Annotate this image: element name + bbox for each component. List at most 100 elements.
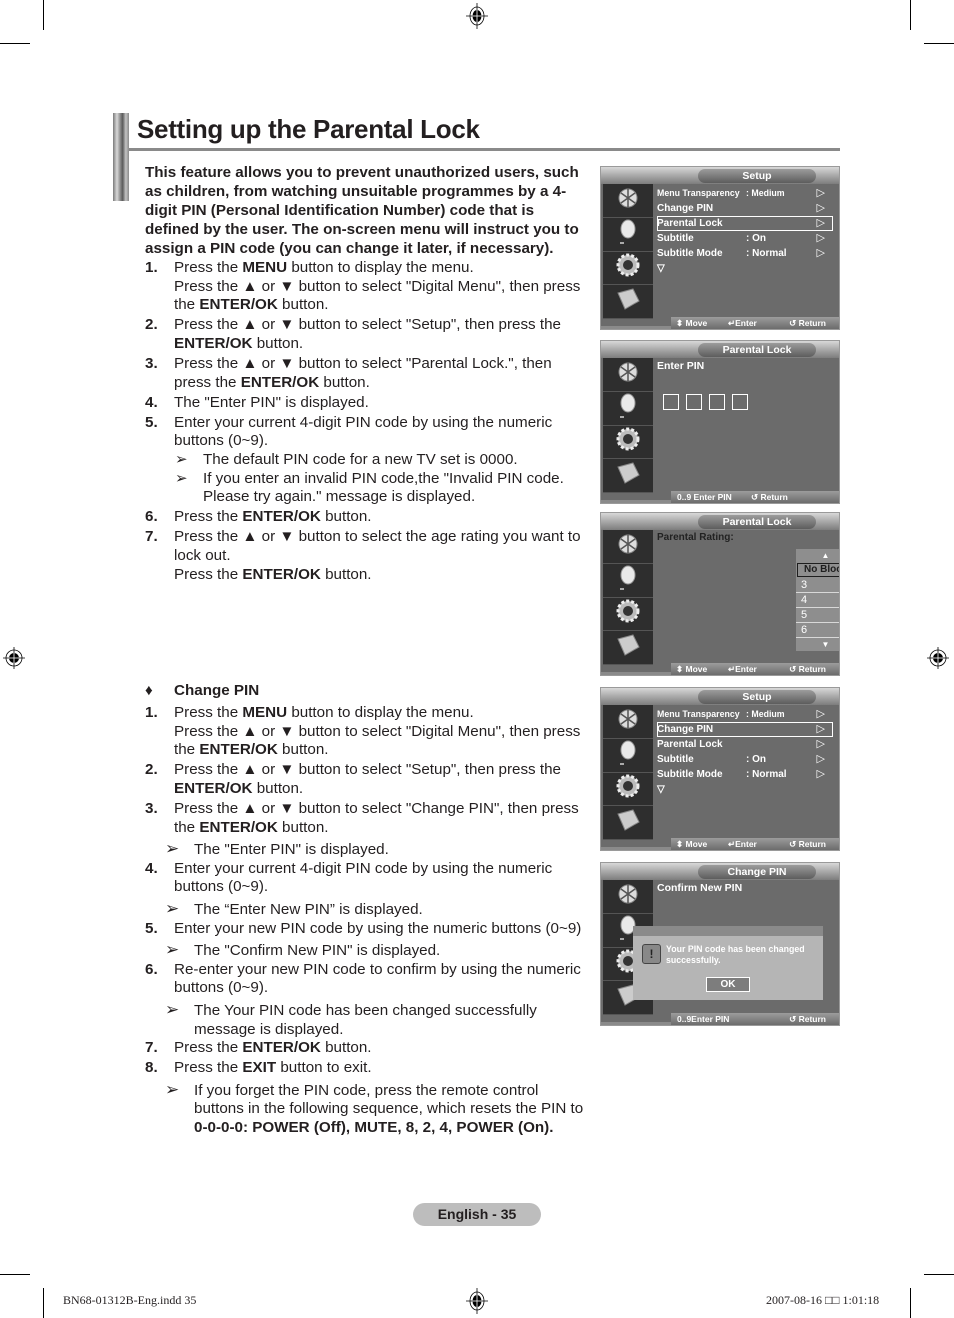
sidebar-category[interactable] xyxy=(603,806,653,840)
pin-digit-box[interactable] xyxy=(686,394,702,410)
rating-option[interactable]: 3 xyxy=(796,578,839,593)
pin-digit-box[interactable] xyxy=(663,394,679,410)
return-hint: ↺ Return xyxy=(789,1014,826,1024)
submenu-arrow-icon: ▷ xyxy=(816,217,825,229)
sidebar-category[interactable] xyxy=(603,564,653,598)
sidebar-category[interactable] xyxy=(603,426,653,460)
step-text: button. xyxy=(320,1039,372,1057)
sidebar-category[interactable] xyxy=(603,252,653,286)
step-body: Press the MENU button to display the men… xyxy=(174,704,590,723)
menu-item[interactable]: Parental Lock ▷ xyxy=(657,216,833,231)
menu-item[interactable]: Parental Lock ▷ xyxy=(657,737,833,752)
step-text: Enter your current 4-digit PIN code by u… xyxy=(174,413,553,450)
note-text: The "Enter PIN" is displayed. xyxy=(194,841,389,859)
gear-icon xyxy=(615,773,641,804)
sidebar-category[interactable] xyxy=(603,880,653,914)
step-text: button. xyxy=(277,741,329,759)
step-number: 5. xyxy=(145,919,158,937)
tv-menu-screen-setup-parental: Setup Menu Transparency: Medium ▷ Change PI… xyxy=(600,166,840,330)
step-text: button. xyxy=(252,779,304,797)
pin-digit-box[interactable] xyxy=(732,394,748,410)
step-number: 6. xyxy=(145,508,158,526)
step-text: button to display the menu. xyxy=(287,259,474,276)
sidebar-category[interactable] xyxy=(603,773,653,807)
ok-button[interactable]: OK xyxy=(706,977,750,992)
menu-item-label: ▽ xyxy=(657,784,665,795)
menu-item-value: : Medium xyxy=(746,188,785,198)
sidebar-category[interactable] xyxy=(603,530,653,564)
note: ➢ If you forget the PIN code, press the r… xyxy=(145,1079,590,1138)
menu-header-bar: Change PIN xyxy=(601,863,839,880)
menu-item[interactable]: Change PIN ▷ xyxy=(657,722,833,737)
step-item: 2. Press the ▲ or ▼ button to select "Set… xyxy=(145,316,590,353)
title-divider xyxy=(129,148,840,151)
emphasis-text: ENTER/OK xyxy=(242,1039,321,1057)
sidebar-category[interactable] xyxy=(603,218,653,252)
warning-icon: ! xyxy=(642,944,661,964)
sidebar-category[interactable] xyxy=(603,705,653,739)
step-text: button. xyxy=(277,296,329,314)
step-body: Enter your current 4-digit PIN code by u… xyxy=(174,860,590,897)
submenu-arrow-icon: ▷ xyxy=(816,768,825,780)
satellite-dish-icon xyxy=(616,739,640,772)
step-text: button. xyxy=(252,334,304,352)
dialog-titlebar xyxy=(633,926,823,936)
step-body: Press the ENTER/OK button. xyxy=(174,1039,590,1058)
enter-hint: 0..9Enter PIN xyxy=(677,1014,730,1024)
rating-option[interactable]: 5 xyxy=(796,608,839,623)
sidebar-category[interactable] xyxy=(603,358,653,392)
rating-option[interactable]: 4 xyxy=(796,593,839,608)
menu-item[interactable]: Subtitle Mode: Normal ▷ xyxy=(657,246,833,261)
enter-hint: ↵Enter xyxy=(728,664,757,674)
sidebar-category[interactable] xyxy=(603,392,653,426)
sidebar-category[interactable] xyxy=(603,285,653,319)
step-number: 5. xyxy=(145,413,158,431)
rating-option[interactable]: No Block xyxy=(797,563,839,577)
submenu-arrow-icon: ▷ xyxy=(816,723,825,735)
step-item: 3. Press the ▲ or ▼ button to select "Cha… xyxy=(145,800,590,837)
submenu-arrow-icon: ▷ xyxy=(816,232,825,244)
rating-option[interactable]: 6 xyxy=(796,623,839,638)
page-title: Setting up the Parental Lock xyxy=(137,114,480,144)
emphasis-text: ENTER/OK xyxy=(242,565,321,583)
step-number: 2. xyxy=(145,761,158,779)
note-text: If you enter an invalid PIN code,the "In… xyxy=(203,469,564,506)
menu-item-label: Change PIN xyxy=(657,724,714,735)
sidebar-category[interactable] xyxy=(603,598,653,632)
step-item: 3. Press the ▲ or ▼ button to select "Par… xyxy=(145,355,590,392)
menu-item[interactable]: Subtitle Mode: Normal ▷ xyxy=(657,767,833,782)
step-body: Press the ▲ or ▼ button to select "Paren… xyxy=(174,355,590,392)
menu-prompt: Confirm New PIN xyxy=(657,882,743,894)
pin-entry[interactable] xyxy=(663,394,833,413)
parental-rating-dropdown[interactable]: ▲No Block3456▼ xyxy=(796,549,839,651)
return-hint: ↺ Return xyxy=(751,492,788,502)
return-hint: ↺ Return xyxy=(789,664,826,674)
menu-item[interactable]: Menu Transparency: Medium ▷ xyxy=(657,186,833,201)
menu-title: Setup xyxy=(698,690,816,704)
enter-hint: ↵Enter xyxy=(728,839,757,849)
antenna-icon xyxy=(616,186,640,215)
pin-digit-box[interactable] xyxy=(709,394,725,410)
menu-item[interactable]: Menu Transparency: Medium ▷ xyxy=(657,707,833,722)
scroll-up-icon[interactable]: ▲ xyxy=(796,549,839,562)
menu-item-label: Menu Transparency xyxy=(657,709,740,719)
emphasis-text: ENTER/OK xyxy=(174,779,253,797)
step-text: button. xyxy=(320,565,372,583)
sidebar-category[interactable] xyxy=(603,739,653,773)
scroll-down-icon[interactable]: ▼ xyxy=(796,638,839,651)
note: ➢ The "Confirm New PIN" is displayed. xyxy=(145,941,590,961)
menu-item-label: Change PIN xyxy=(657,203,714,214)
sidebar-category[interactable] xyxy=(603,631,653,665)
note-arrow-icon: ➢ xyxy=(165,1079,180,1099)
menu-item[interactable]: Subtitle: On ▷ xyxy=(657,231,833,246)
note-arrow-icon: ➢ xyxy=(165,898,180,918)
menu-item[interactable]: Subtitle: On ▷ xyxy=(657,752,833,767)
step-body: Enter your new PIN code by using the num… xyxy=(174,920,590,939)
crop-mark xyxy=(924,1274,954,1275)
menu-category-sidebar xyxy=(603,530,653,665)
step-text: Press the xyxy=(174,1059,243,1077)
sidebar-category[interactable] xyxy=(603,184,653,218)
menu-item[interactable]: Change PIN ▷ xyxy=(657,201,833,216)
sidebar-category[interactable] xyxy=(603,459,653,493)
step-item: 7. Press the ▲ or ▼ button to select the … xyxy=(145,528,590,584)
